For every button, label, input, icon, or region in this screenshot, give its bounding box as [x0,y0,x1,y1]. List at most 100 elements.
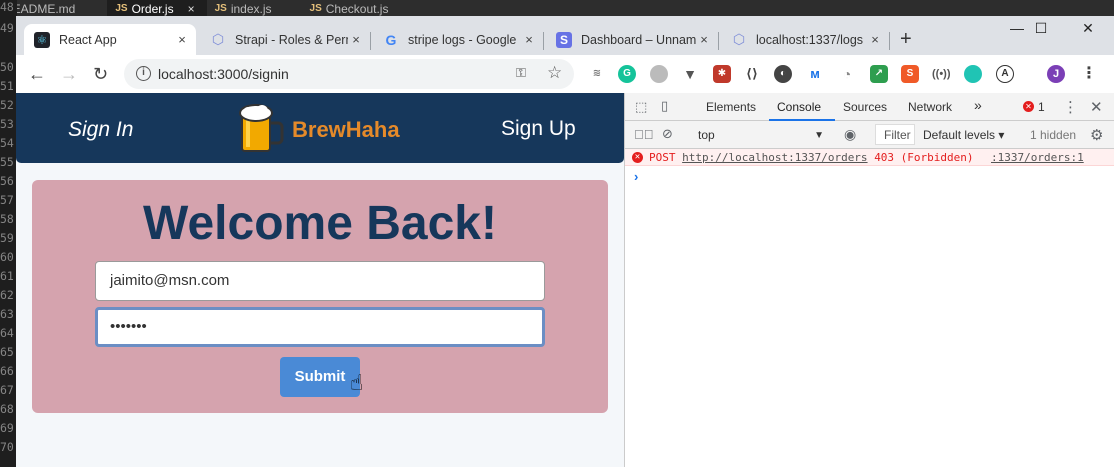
js-file-icon: JS [214,2,227,14]
extension-code-icon[interactable]: ⟨⟩ [743,65,761,83]
console-prompt[interactable]: › [634,169,638,184]
nav-sign-in-link[interactable]: Sign In [68,118,133,142]
console-error-row[interactable]: ✕ POST http://localhost:1337/orders 403 … [625,149,1114,166]
tab-sources[interactable]: Sources [843,100,887,114]
sidebar-toggle-icon[interactable]: ▶⃞ [634,127,654,142]
context-value: top [698,128,715,142]
line-number: 53 [0,117,14,131]
browser-toolbar: ← → ↻ i localhost:3000/signin ⚿ ☆ ≋ G ▼ … [16,55,1114,93]
extension-m-icon[interactable]: ᴍ [806,65,824,83]
close-window-button[interactable]: ✕ [1065,20,1111,37]
clear-console-icon[interactable]: ⊘ [662,126,673,142]
react-icon: ⚛ [34,31,50,48]
extension-wave-icon[interactable]: ≋ [588,65,606,83]
error-method: POST [649,151,676,164]
tab-elements[interactable]: Elements [706,100,756,114]
close-icon[interactable]: × [348,32,364,47]
line-number: 50 [0,60,14,74]
extension-red-icon[interactable]: ✱ [713,65,731,83]
address-bar[interactable]: i localhost:3000/signin ⚿ ☆ [124,59,574,89]
extension-teal-icon[interactable] [964,65,982,83]
close-icon[interactable]: × [521,32,537,47]
tab-title: Dashboard – Unnam [581,32,696,47]
extension-a-icon[interactable]: A [996,65,1014,83]
info-icon[interactable]: i [136,66,151,81]
grammarly-icon[interactable]: G [618,65,636,83]
eye-icon[interactable]: ◉ [844,126,856,143]
log-levels-dropdown[interactable]: Default levels ▾ [923,128,1004,142]
gear-icon[interactable]: ⚙ [1090,126,1103,144]
error-count[interactable]: 1 [1038,100,1045,114]
nav-sign-up-link[interactable]: Sign Up [501,117,576,141]
device-toolbar-icon[interactable]: ▯ [661,98,668,114]
tab-title: stripe logs - Google [408,32,517,47]
tab-network[interactable]: Network [908,100,952,114]
maximize-button[interactable]: ☐ [1018,20,1064,37]
inspect-element-icon[interactable]: ⬚ [635,99,647,115]
more-tabs-icon[interactable]: » [974,97,982,113]
filter-input[interactable]: Filter [875,124,915,145]
tab-stripe-logs[interactable]: G stripe logs - Google × [373,24,543,55]
line-number: 52 [0,98,14,112]
screenshot-root: README.md JS Order.js × JS index.js JS C… [0,0,1114,467]
strapi-icon: ⬡ [732,31,746,47]
tab-strapi-roles[interactable]: ⬡ Strapi - Roles & Perm × [200,24,370,55]
line-number: 49 [0,21,14,35]
key-icon[interactable]: ⚿ [516,65,526,81]
devtools-tab-bar: ⬚ ▯ Elements Console Sources Network » ✕… [625,93,1114,121]
editor-tab-strip: README.md JS Order.js × JS index.js JS C… [0,0,1114,17]
hidden-count: 1 hidden [1030,128,1077,142]
close-icon[interactable]: × [174,32,190,47]
reload-icon[interactable]: ↻ [93,64,108,84]
line-number: 54 [0,136,14,150]
strapi-icon: ⬡ [211,31,225,47]
password-field[interactable]: ••••••• [95,307,545,347]
tab-divider [718,32,719,50]
editor-tab-order[interactable]: JS Order.js × [107,0,207,17]
extension-clock-icon[interactable]: ◔ [838,65,856,83]
extension-orange-icon[interactable]: S [901,65,919,83]
tab-stripe-dashboard[interactable]: S Dashboard – Unnam × [546,24,718,55]
kebab-menu-icon[interactable]: ⋮ [1063,98,1078,116]
line-number: 67 [0,383,14,397]
extension-green-icon[interactable]: ↗ [870,65,888,83]
close-icon[interactable]: ✕ [1090,98,1103,116]
url-text[interactable]: localhost:3000/signin [158,66,289,82]
dark-mode-icon[interactable]: ◐ [774,65,792,83]
back-arrow-icon[interactable]: ← [28,64,46,84]
email-field[interactable]: jaimito@msn.com [95,261,545,301]
tab-strapi-logs[interactable]: ⬡ localhost:1337/logs × [721,24,889,55]
close-icon[interactable]: × [867,32,883,47]
brand-name[interactable]: BrewHaha [292,117,400,143]
tab-title: Strapi - Roles & Perm [235,32,348,47]
js-file-icon: JS [309,2,322,14]
error-source-link[interactable]: :1337/orders:1 [991,149,1084,166]
line-number: 57 [0,193,14,207]
forward-arrow-icon[interactable]: → [60,64,78,84]
beer-mug-icon[interactable] [236,103,284,153]
close-icon[interactable]: × [188,2,195,16]
tab-react-app[interactable]: ⚛ React App × [24,24,196,55]
context-select[interactable]: top ▼ [691,124,831,145]
line-number: 65 [0,345,14,359]
error-icon[interactable]: ✕ [1023,101,1034,112]
kebab-menu-icon[interactable]: ⋮ [1080,65,1098,83]
tab-console[interactable]: Console [777,100,821,114]
vue-devtools-icon[interactable]: ▼ [681,65,699,83]
close-icon[interactable]: × [696,32,712,47]
submit-button[interactable]: Submit [280,357,360,397]
editor-tab-index[interactable]: JS index.js [207,0,284,17]
extension-broadcast-icon[interactable]: ((•)) [932,65,951,83]
editor-tab-checkout[interactable]: JS Checkout.js [302,0,401,17]
avatar[interactable]: J [1047,65,1065,83]
error-status: 403 (Forbidden) [874,151,974,164]
new-tab-button[interactable]: + [900,29,912,49]
bookmark-star-icon[interactable]: ☆ [547,63,562,83]
editor-line-gutter: 48 49 50 51 52 53 54 55 56 57 58 59 60 6… [0,0,17,467]
extension-circle-icon[interactable] [650,65,668,83]
error-url-link[interactable]: http://localhost:1337/orders [682,151,867,164]
editor-tab-label: Order.js [131,1,174,16]
line-number: 59 [0,231,14,245]
line-number: 48 [0,0,14,14]
line-number: 60 [0,250,14,264]
